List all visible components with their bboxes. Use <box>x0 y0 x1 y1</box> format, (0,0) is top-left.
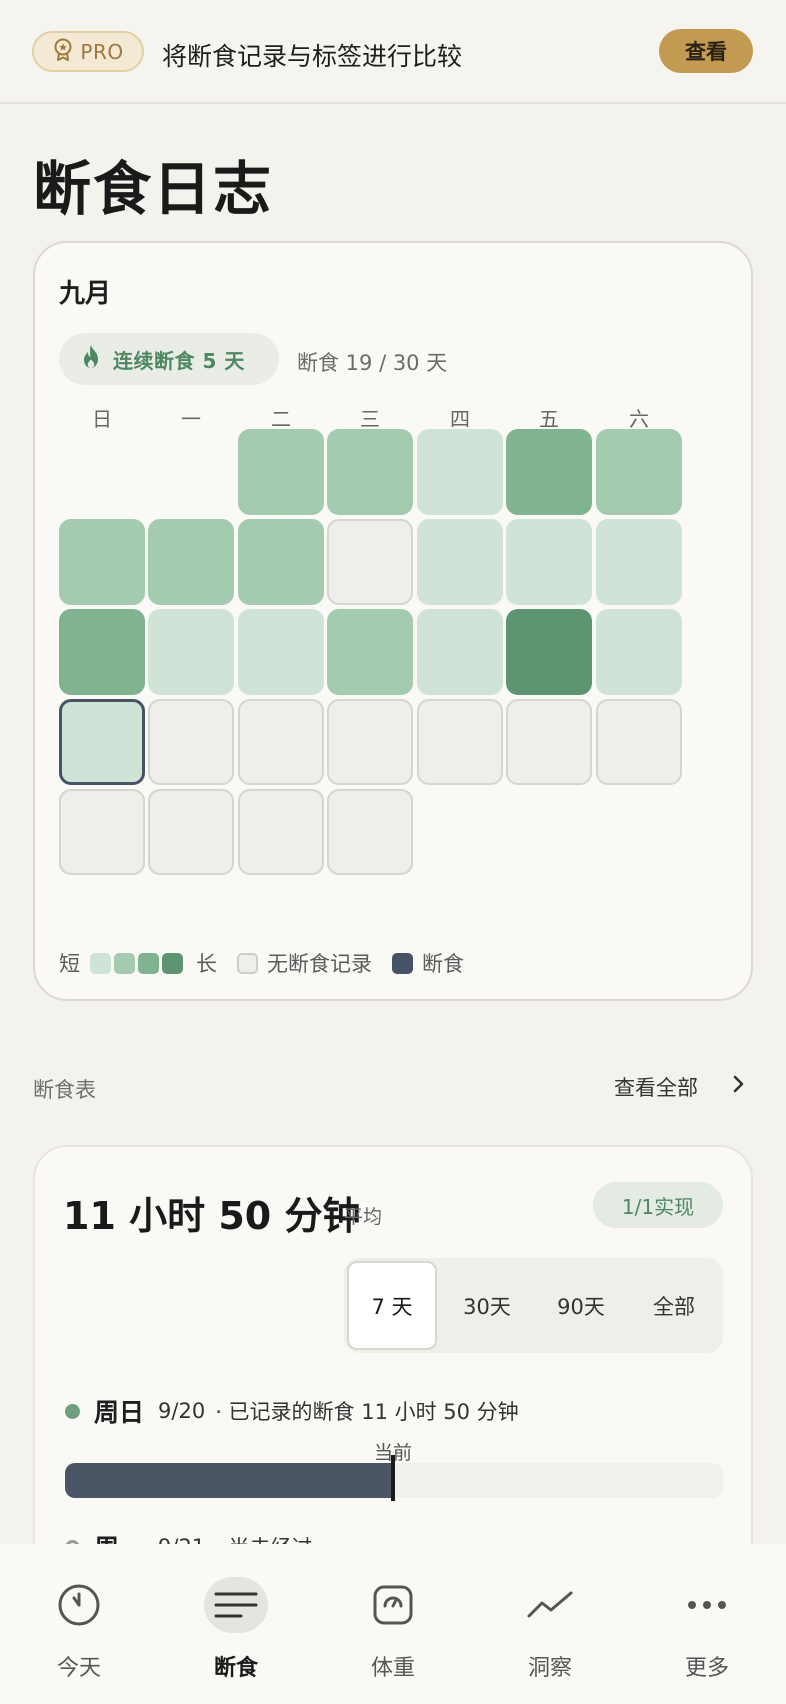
calendar-day[interactable] <box>596 429 682 515</box>
weekday-label: 三 <box>360 407 380 431</box>
fast-progress-fill <box>65 1463 394 1498</box>
nav-insights[interactable]: 洞察 <box>495 1544 605 1704</box>
pro-badge: PRO <box>32 31 144 72</box>
calendar-day[interactable] <box>59 519 145 605</box>
nav-more[interactable]: 更多 <box>652 1544 762 1704</box>
nav-label: 更多 <box>684 1656 729 1681</box>
calendar-day[interactable] <box>327 519 413 605</box>
calendar-day[interactable] <box>59 609 145 695</box>
range-90-days[interactable]: 90天 <box>536 1258 626 1353</box>
weekday-label: 六 <box>629 407 649 431</box>
clock-icon <box>47 1577 111 1633</box>
nav-weight[interactable]: 体重 <box>338 1544 448 1704</box>
legend-fasting-label: 断食 <box>422 952 464 976</box>
pro-banner: PRO 将断食记录与标签进行比较 查看 <box>0 0 786 104</box>
calendar-day[interactable] <box>148 609 234 695</box>
calendar-day[interactable] <box>327 609 413 695</box>
calendar-day[interactable] <box>238 519 324 605</box>
calendar-day[interactable] <box>148 699 234 785</box>
streak-pill: 连续断食 5 天 <box>59 333 279 385</box>
weekday-label: 五 <box>539 407 559 431</box>
status-dot <box>65 1403 80 1419</box>
calendar-legend: 短 长 无断食记录 断食 <box>59 948 464 978</box>
average-duration: 11 小时 50 分钟 <box>63 1194 361 1238</box>
nav-label: 今天 <box>56 1656 101 1681</box>
calendar-day[interactable] <box>238 609 324 695</box>
chevron-right-icon[interactable] <box>727 1073 749 1095</box>
entry-date: 9/20 <box>158 1399 206 1423</box>
month-label: 九月 <box>59 279 112 309</box>
calendar-card: 九月 连续断食 5 天 断食 19 / 30 天 日 一 二 三 四 五 六 短… <box>33 241 753 1001</box>
legend-swatch <box>162 952 183 974</box>
flame-icon <box>79 344 103 374</box>
legend-swatch <box>90 952 111 974</box>
streak-label: 连续断食 5 天 <box>113 348 245 373</box>
calendar-day[interactable] <box>327 699 413 785</box>
achieved-badge: 1/1实现 <box>593 1182 723 1228</box>
see-all-link[interactable]: 查看全部 <box>614 1072 698 1102</box>
calendar-day[interactable] <box>238 429 324 515</box>
legend-empty-swatch <box>237 952 258 974</box>
calendar-day[interactable] <box>596 609 682 695</box>
weekday-label: 二 <box>271 407 291 431</box>
weekday-label: 四 <box>450 407 470 431</box>
legend-swatch <box>138 952 159 974</box>
nav-fasting[interactable]: 断食 <box>181 1544 291 1704</box>
legend-swatch <box>114 952 135 974</box>
nav-label: 体重 <box>370 1656 415 1681</box>
calendar-day[interactable] <box>417 519 503 605</box>
fast-count: 断食 19 / 30 天 <box>297 351 448 375</box>
calendar-day-today[interactable] <box>59 699 145 785</box>
nav-label: 洞察 <box>527 1656 572 1681</box>
legend-short-label: 短 <box>59 952 80 976</box>
calendar-day[interactable] <box>148 789 234 875</box>
section-label: 断食表 <box>33 1078 96 1102</box>
calendar-day[interactable] <box>417 699 503 785</box>
range-7-days[interactable]: 7 天 <box>347 1261 437 1350</box>
weekday-label: 日 <box>92 407 112 431</box>
calendar-day[interactable] <box>327 789 413 875</box>
page-title: 断食日志 <box>33 155 274 223</box>
average-suffix: 平均 <box>344 1206 383 1228</box>
nav-label: 断食 <box>213 1656 258 1681</box>
more-icon <box>675 1577 739 1633</box>
pro-message: 将断食记录与标签进行比较 <box>162 42 463 71</box>
bottom-nav: 今天 断食 体重 洞察 更多 <box>0 1544 786 1704</box>
calendar-day[interactable] <box>596 519 682 605</box>
entry-detail: · 已记录的断食 11 小时 50 分钟 <box>215 1400 519 1424</box>
calendar-day[interactable] <box>506 429 592 515</box>
pro-badge-label: PRO <box>80 39 124 64</box>
calendar-day[interactable] <box>148 519 234 605</box>
fast-entry[interactable]: 周日 9/20 · 已记录的断食 11 小时 50 分钟 <box>65 1393 519 1429</box>
calendar-day[interactable] <box>238 789 324 875</box>
calendar-day[interactable] <box>59 789 145 875</box>
nav-today[interactable]: 今天 <box>24 1544 134 1704</box>
lines-icon <box>204 1577 268 1633</box>
award-icon <box>52 38 74 66</box>
calendar-day[interactable] <box>506 699 592 785</box>
range-all[interactable]: 全部 <box>629 1258 719 1353</box>
legend-fasting-swatch <box>392 952 413 974</box>
calendar-day[interactable] <box>506 519 592 605</box>
entry-day: 周日 <box>94 1398 145 1427</box>
weekday-label: 一 <box>181 407 201 431</box>
calendar-day[interactable] <box>327 429 413 515</box>
calendar-day[interactable] <box>596 699 682 785</box>
calendar-day[interactable] <box>506 609 592 695</box>
range-selector: 7 天 30天 90天 全部 <box>344 1258 723 1353</box>
legend-long-label: 长 <box>196 952 217 976</box>
range-30-days[interactable]: 30天 <box>442 1258 532 1353</box>
calendar-day[interactable] <box>417 609 503 695</box>
now-marker <box>391 1455 395 1501</box>
calendar-day[interactable] <box>417 429 503 515</box>
scale-icon <box>361 1577 425 1633</box>
trend-icon <box>518 1577 582 1633</box>
legend-no-record-label: 无断食记录 <box>267 952 372 976</box>
calendar-day[interactable] <box>238 699 324 785</box>
view-button[interactable]: 查看 <box>659 29 753 73</box>
